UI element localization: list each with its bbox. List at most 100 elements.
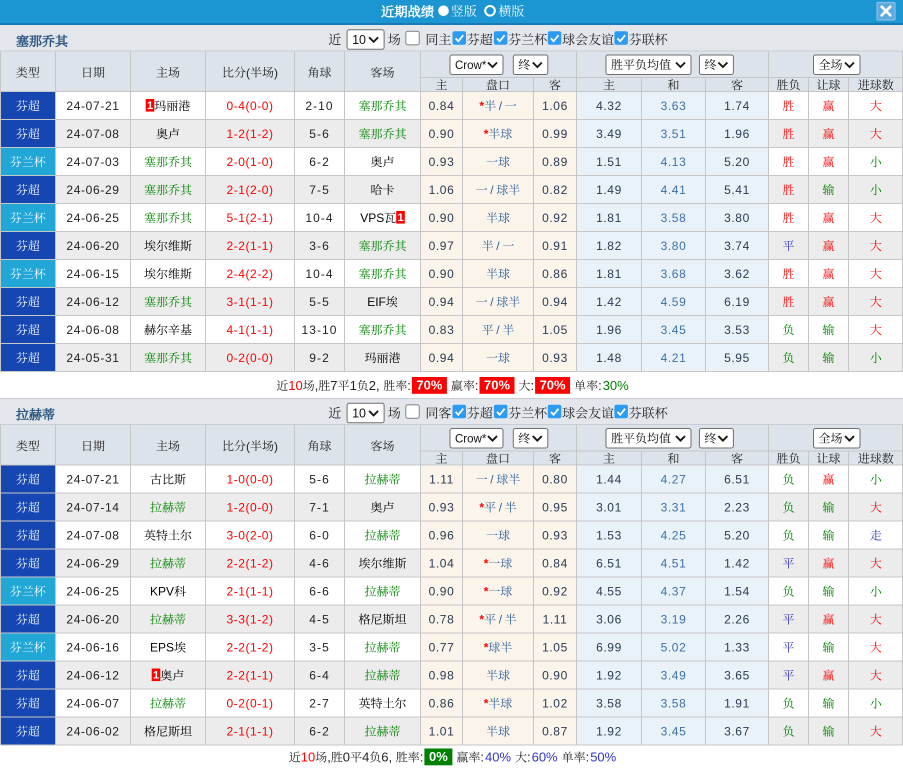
svg-text:3.01: 3.01 xyxy=(596,501,622,515)
svg-text:2: 2 xyxy=(369,378,376,393)
svg-text:1.33: 1.33 xyxy=(724,641,750,655)
svg-text:5.02: 5.02 xyxy=(661,641,687,655)
svg-text:24-07-08: 24-07-08 xyxy=(66,529,119,543)
svg-text:24-07-08: 24-07-08 xyxy=(66,127,119,141)
svg-text:2-1(1-1): 2-1(1-1) xyxy=(227,725,274,739)
svg-text:EPS: EPS xyxy=(150,641,174,655)
svg-text:3.58: 3.58 xyxy=(661,697,687,711)
svg-text:4.51: 4.51 xyxy=(661,557,687,571)
svg-text:5-6: 5-6 xyxy=(309,127,330,141)
svg-text:1: 1 xyxy=(397,212,403,224)
svg-text:2.26: 2.26 xyxy=(724,613,750,627)
svg-text:5.95: 5.95 xyxy=(724,351,750,365)
svg-text:10: 10 xyxy=(352,33,366,47)
svg-text:0-2(0-0): 0-2(0-0) xyxy=(227,351,274,365)
svg-text:4.59: 4.59 xyxy=(661,295,687,309)
svg-text:6.99: 6.99 xyxy=(596,641,622,655)
svg-text:0: 0 xyxy=(343,750,350,765)
svg-text:24-06-25: 24-06-25 xyxy=(66,211,119,225)
svg-text:(: ( xyxy=(246,66,250,80)
svg-text:6-2: 6-2 xyxy=(309,155,330,169)
svg-text:1.96: 1.96 xyxy=(596,323,622,337)
svg-text:0.92: 0.92 xyxy=(542,211,568,225)
svg-text:0.95: 0.95 xyxy=(542,501,568,515)
svg-text:24-07-14: 24-07-14 xyxy=(66,501,119,515)
svg-text:4.32: 4.32 xyxy=(596,99,622,113)
svg-text:4-5: 4-5 xyxy=(309,613,330,627)
svg-text::: : xyxy=(407,378,411,393)
svg-text:4-1(1-1): 4-1(1-1) xyxy=(227,323,274,337)
svg-text:10-4: 10-4 xyxy=(305,267,333,281)
svg-text:3.49: 3.49 xyxy=(596,127,622,141)
svg-text:4.13: 4.13 xyxy=(661,155,687,169)
svg-text:3.19: 3.19 xyxy=(661,613,687,627)
svg-text:24-06-16: 24-06-16 xyxy=(66,641,119,655)
svg-text:1.91: 1.91 xyxy=(724,697,750,711)
svg-text:2-2(1-1): 2-2(1-1) xyxy=(227,669,274,683)
svg-text::: : xyxy=(531,378,535,393)
svg-text:7: 7 xyxy=(330,378,337,393)
svg-text:1.06: 1.06 xyxy=(429,183,455,197)
svg-text:4.27: 4.27 xyxy=(661,473,687,487)
svg-text:*: * xyxy=(479,501,484,515)
svg-text:0.87: 0.87 xyxy=(542,725,568,739)
svg-text:3-3(1-2): 3-3(1-2) xyxy=(227,613,274,627)
svg-text:,: , xyxy=(389,750,393,765)
svg-text:1.48: 1.48 xyxy=(596,351,622,365)
svg-text:0%: 0% xyxy=(429,749,448,764)
svg-text:1.96: 1.96 xyxy=(724,127,750,141)
svg-text:2-1(1-1): 2-1(1-1) xyxy=(227,585,274,599)
svg-text::: : xyxy=(527,750,531,765)
svg-text:5-5: 5-5 xyxy=(309,295,330,309)
svg-text:3.65: 3.65 xyxy=(724,669,750,683)
svg-text:3.06: 3.06 xyxy=(596,613,622,627)
svg-text:1: 1 xyxy=(350,378,357,393)
svg-text:7-1: 7-1 xyxy=(309,501,330,515)
svg-text:EIF: EIF xyxy=(367,295,386,309)
svg-text:0.78: 0.78 xyxy=(429,613,455,627)
svg-text:0.94: 0.94 xyxy=(542,295,568,309)
svg-text:6-0: 6-0 xyxy=(309,529,330,543)
svg-text:2-1(2-0): 2-1(2-0) xyxy=(227,183,274,197)
svg-text:9-2: 9-2 xyxy=(309,351,330,365)
svg-text:1.02: 1.02 xyxy=(542,697,568,711)
svg-text:3.53: 3.53 xyxy=(724,323,750,337)
svg-text:1.05: 1.05 xyxy=(542,323,568,337)
svg-text:0.98: 0.98 xyxy=(429,669,455,683)
svg-text:24-07-21: 24-07-21 xyxy=(66,99,119,113)
svg-text:2-4(2-2): 2-4(2-2) xyxy=(227,267,274,281)
svg-text:1.01: 1.01 xyxy=(429,725,455,739)
svg-text:4.21: 4.21 xyxy=(661,351,687,365)
svg-text:0.80: 0.80 xyxy=(542,473,568,487)
svg-text:24-06-15: 24-06-15 xyxy=(66,267,119,281)
svg-text:): ) xyxy=(274,66,278,80)
svg-text:*: * xyxy=(484,127,489,141)
svg-text:6-6: 6-6 xyxy=(309,585,330,599)
svg-text:4.25: 4.25 xyxy=(661,529,687,543)
svg-text:3.45: 3.45 xyxy=(661,725,687,739)
svg-text:0.99: 0.99 xyxy=(542,127,568,141)
svg-text:6: 6 xyxy=(381,750,388,765)
svg-text:0.84: 0.84 xyxy=(429,99,455,113)
svg-text:3.80: 3.80 xyxy=(661,239,687,253)
svg-text:Crow*: Crow* xyxy=(455,434,487,446)
svg-text:*: * xyxy=(484,585,489,599)
svg-text:0.93: 0.93 xyxy=(542,351,568,365)
svg-text:24-06-07: 24-06-07 xyxy=(66,697,119,711)
svg-text:0.89: 0.89 xyxy=(542,155,568,169)
svg-text:3.58: 3.58 xyxy=(661,211,687,225)
svg-text:*: * xyxy=(479,99,484,113)
svg-text:13-10: 13-10 xyxy=(302,323,338,337)
svg-text:0.90: 0.90 xyxy=(429,127,455,141)
svg-text:4-6: 4-6 xyxy=(309,557,330,571)
svg-text:1.49: 1.49 xyxy=(596,183,622,197)
svg-text:1.42: 1.42 xyxy=(724,557,750,571)
svg-text:*: * xyxy=(484,557,489,571)
svg-text:10: 10 xyxy=(288,378,302,393)
svg-text:40%: 40% xyxy=(485,750,511,765)
svg-text:1.53: 1.53 xyxy=(596,529,622,543)
svg-text:0.94: 0.94 xyxy=(429,351,455,365)
svg-text:1-2(1-2): 1-2(1-2) xyxy=(227,127,274,141)
svg-text:0.86: 0.86 xyxy=(429,697,455,711)
svg-text:0.83: 0.83 xyxy=(429,323,455,337)
